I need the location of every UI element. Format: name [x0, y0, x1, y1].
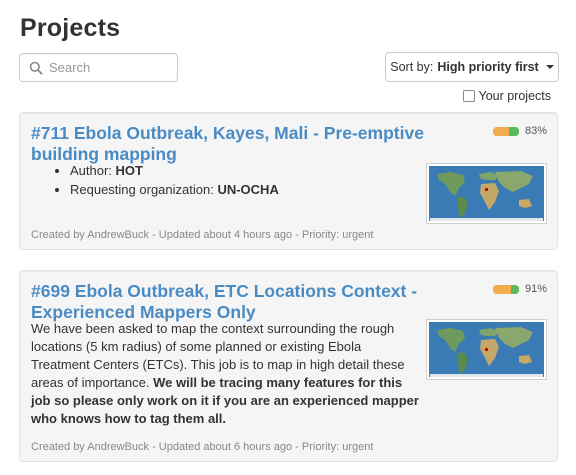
detail-value: UN-OCHA — [217, 182, 279, 197]
project-title-link[interactable]: #699 Ebola Outbreak, ETC Locations Conte… — [31, 281, 433, 323]
project-meta: Created by AndrewBuck - Updated about 4 … — [31, 229, 374, 241]
list-item: Requesting organization: UN-OCHA — [70, 180, 279, 199]
search-icon — [29, 61, 43, 75]
world-map-icon — [429, 166, 544, 221]
detail-label: Author: — [70, 163, 112, 178]
your-projects-filter[interactable]: Your projects — [462, 89, 552, 103]
sort-dropdown-button[interactable]: Sort by: High priority first — [385, 52, 559, 82]
list-item: Author: HOT — [70, 161, 279, 180]
progress-validated-segment — [508, 126, 519, 136]
caret-down-icon — [545, 65, 554, 69]
progress-mapped-segment — [492, 284, 511, 294]
project-progress: 91% — [492, 283, 547, 295]
project-map-thumbnail[interactable] — [426, 163, 547, 224]
your-projects-label: Your projects — [478, 89, 552, 103]
progress-bar — [492, 284, 519, 294]
sort-prefix: Sort by: — [390, 60, 434, 74]
project-details-list: Author: HOT Requesting organization: UN-… — [53, 161, 279, 199]
sort-value: High priority first — [437, 60, 539, 74]
project-card: #711 Ebola Outbreak, Kayes, Mali - Pre-e… — [19, 112, 558, 250]
progress-percent: 83% — [524, 125, 547, 137]
search-field[interactable] — [19, 53, 178, 82]
progress-percent: 91% — [524, 283, 547, 295]
project-card: #699 Ebola Outbreak, ETC Locations Conte… — [19, 270, 558, 462]
detail-value: HOT — [115, 163, 143, 178]
progress-mapped-segment — [492, 126, 509, 136]
page-title: Projects — [20, 14, 121, 42]
project-map-thumbnail[interactable] — [426, 319, 547, 380]
project-meta: Created by AndrewBuck - Updated about 6 … — [31, 441, 374, 453]
project-description: We have been asked to map the context su… — [31, 320, 423, 428]
project-progress: 83% — [492, 125, 547, 137]
detail-label: Requesting organization: — [70, 182, 214, 197]
your-projects-checkbox[interactable] — [462, 90, 475, 102]
world-map-icon — [429, 322, 544, 377]
project-title-link[interactable]: #711 Ebola Outbreak, Kayes, Mali - Pre-e… — [31, 123, 433, 165]
progress-validated-segment — [510, 284, 519, 294]
search-input[interactable] — [49, 60, 169, 75]
progress-bar — [492, 126, 519, 136]
